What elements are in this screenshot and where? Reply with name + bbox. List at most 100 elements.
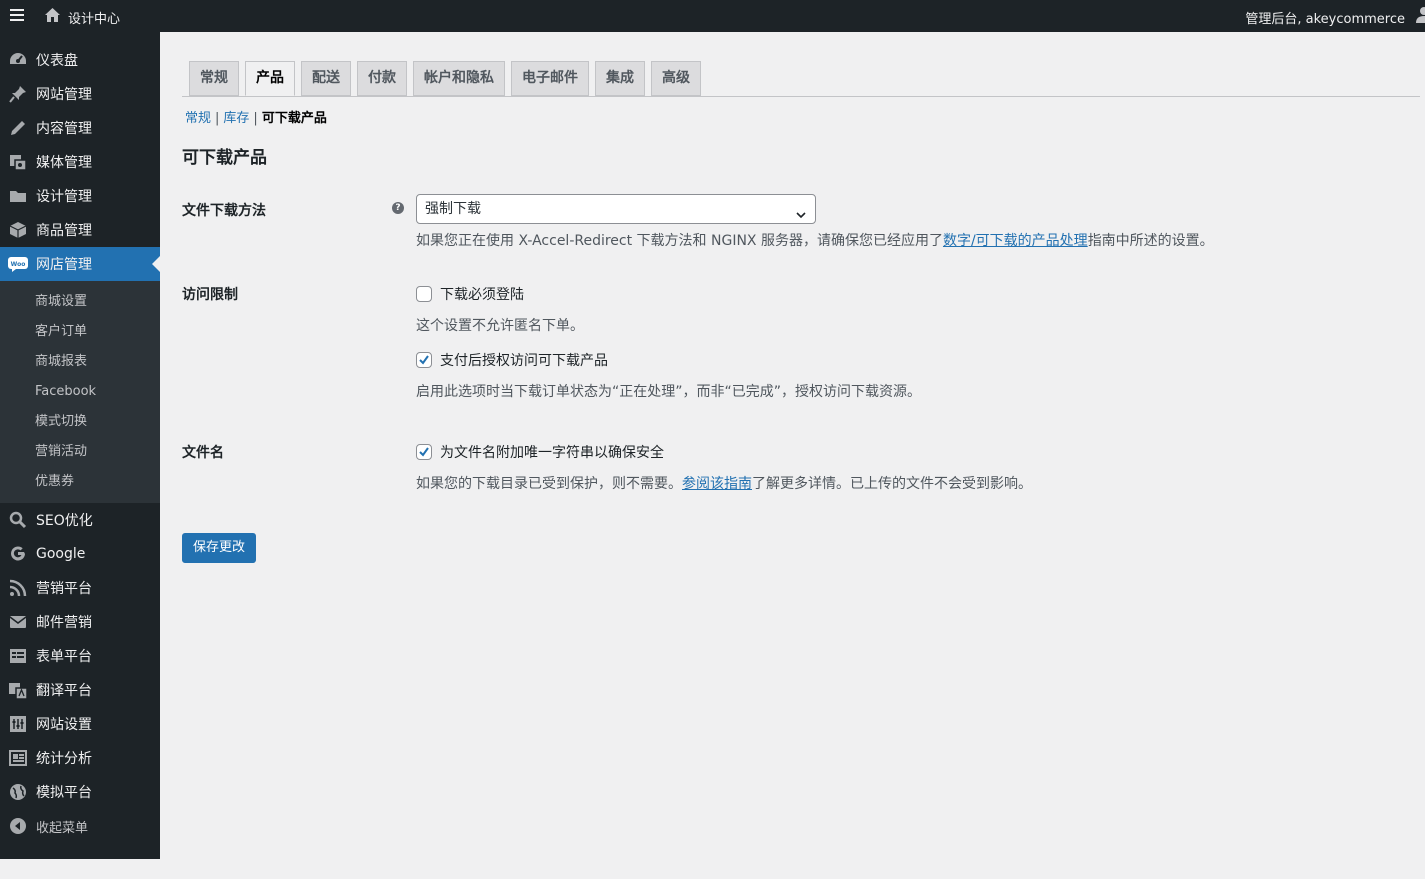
access-restriction-label: 访问限制	[182, 287, 238, 303]
sidebar-item-dashboard[interactable]: 仪表盘	[0, 43, 160, 77]
sidebar-item-media[interactable]: 媒体管理	[0, 145, 160, 179]
sidebar-item-label: 模拟平台	[36, 785, 92, 801]
tab-advanced[interactable]: 高级	[651, 61, 701, 96]
sidebar-item-google[interactable]: Google	[0, 537, 160, 571]
box-icon	[0, 220, 36, 240]
description-text: 如果您正在使用 X-Accel-Redirect 下载方法和 NGINX 服务器…	[416, 233, 943, 249]
description-text: 指南中所述的设置。	[1087, 233, 1214, 249]
form-icon	[0, 646, 36, 666]
collapse-menu-label: 收起菜单	[36, 820, 89, 836]
dashboard-icon	[0, 50, 36, 70]
description-text: 了解更多详情。已上传的文件不会受到影响。	[752, 476, 1032, 492]
grant-access-label[interactable]: 支付后授权访问可下载产品	[440, 350, 608, 370]
filename-description: 如果您的下载目录已受到保护，则不需要。参阅该指南了解更多详情。已上传的文件不会受…	[416, 473, 1032, 493]
checkmark-icon	[419, 447, 429, 457]
collapse-icon	[0, 816, 36, 836]
sidebar-item-seo[interactable]: SEO优化	[0, 503, 160, 537]
home-icon[interactable]	[44, 7, 61, 27]
breadcrumb-separator: |	[215, 111, 220, 126]
tab-accounts-privacy[interactable]: 帐户和隐私	[413, 61, 505, 96]
sidebar-item-email[interactable]: 邮件营销	[0, 605, 160, 639]
tab-shipping[interactable]: 配送	[301, 61, 351, 96]
sidebar-item-site[interactable]: 网站管理	[0, 77, 160, 111]
search-icon	[0, 510, 36, 530]
sidebar-item-label: SEO优化	[36, 513, 93, 529]
edit-icon	[0, 118, 36, 138]
submenu-item-mode[interactable]: 模式切换	[0, 407, 160, 437]
globe-icon	[0, 782, 36, 802]
require-login-option: 下载必须登陆	[416, 284, 524, 304]
sidebar-item-label: 设计管理	[36, 189, 92, 205]
tab-payments[interactable]: 付款	[357, 61, 407, 96]
sidebar-item-translate[interactable]: 翻译平台	[0, 673, 160, 707]
submenu-item-marketing[interactable]: 营销活动	[0, 437, 160, 467]
grant-access-checkbox[interactable]	[416, 352, 432, 368]
breadcrumb-separator: |	[253, 111, 258, 126]
settings-icon	[0, 714, 36, 734]
tab-integration[interactable]: 集成	[595, 61, 645, 96]
sidebar-item-label: 仪表盘	[36, 53, 78, 69]
menu-toggle-icon[interactable]	[10, 9, 24, 23]
submenu-item-reports[interactable]: 商城报表	[0, 347, 160, 377]
google-icon	[0, 544, 36, 564]
sidebar-item-analytics[interactable]: 统计分析	[0, 741, 160, 775]
tab-products[interactable]: 产品	[245, 61, 295, 96]
user-avatar-icon[interactable]	[1415, 6, 1425, 28]
account-link[interactable]: 管理后台, akeycommerce	[1245, 8, 1405, 27]
breadcrumb-inventory-link[interactable]: 库存	[223, 111, 249, 126]
settings-tabs: 常规 产品 配送 付款 帐户和隐私 电子邮件 集成 高级	[189, 61, 707, 96]
sidebar-item-products[interactable]: 商品管理	[0, 213, 160, 247]
download-method-selected: 强制下载	[425, 201, 481, 217]
sidebar-item-label: 统计分析	[36, 751, 92, 767]
sidebar-item-label: 表单平台	[36, 649, 92, 665]
tab-emails[interactable]: 电子邮件	[511, 61, 589, 96]
stats-icon	[0, 748, 36, 768]
sidebar-item-marketing[interactable]: 营销平台	[0, 571, 160, 605]
section-title: 可下载产品	[182, 148, 267, 168]
submenu-item-orders[interactable]: 客户订单	[0, 317, 160, 347]
help-icon[interactable]: ?	[392, 202, 404, 214]
submenu-item-store-settings[interactable]: 商城设置	[0, 287, 160, 317]
tab-general[interactable]: 常规	[189, 61, 239, 96]
sidebar-item-label: 网店管理	[36, 257, 92, 273]
media-icon	[0, 152, 36, 172]
sidebar-item-content[interactable]: 内容管理	[0, 111, 160, 145]
save-changes-button[interactable]: 保存更改	[182, 533, 257, 563]
sidebar-item-label: 媒体管理	[36, 155, 92, 171]
description-text: 如果您的下载目录已受到保护，则不需要。	[416, 476, 682, 492]
sidebar-item-site-settings[interactable]: 网站设置	[0, 707, 160, 741]
folder-icon	[0, 186, 36, 206]
download-method-select[interactable]: 强制下载	[416, 194, 816, 224]
download-method-label: 文件下载方法	[182, 203, 266, 219]
breadcrumb-general-link[interactable]: 常规	[185, 111, 211, 126]
rss-icon	[0, 578, 36, 598]
append-string-checkbox[interactable]	[416, 444, 432, 460]
grant-access-option: 支付后授权访问可下载产品	[416, 350, 608, 370]
sidebar-item-label: 网站管理	[36, 87, 92, 103]
guide-link[interactable]: 参阅该指南	[682, 476, 752, 492]
woo-icon: Woo	[0, 256, 36, 272]
admin-bar: 设计中心 管理后台, akeycommerce	[0, 0, 1425, 32]
grant-access-description: 启用此选项时当下载订单状态为“正在处理”，而非“已完成”，授权访问下载资源。	[416, 384, 922, 400]
sidebar-item-design[interactable]: 设计管理	[0, 179, 160, 213]
submenu-item-facebook[interactable]: Facebook	[0, 377, 160, 407]
site-name-link[interactable]: 设计中心	[68, 8, 120, 27]
chevron-down-icon	[795, 203, 807, 231]
woo-badge-text: Woo	[11, 261, 26, 268]
submenu-item-coupons[interactable]: 优惠券	[0, 467, 160, 497]
filename-label: 文件名	[182, 445, 224, 461]
sidebar-item-forms[interactable]: 表单平台	[0, 639, 160, 673]
email-icon	[0, 612, 36, 632]
require-login-description: 这个设置不允许匿名下单。	[416, 318, 584, 334]
require-login-checkbox[interactable]	[416, 286, 432, 302]
pin-icon	[0, 84, 36, 104]
store-submenu: 商城设置 客户订单 商城报表 Facebook 模式切换 营销活动 优惠券	[0, 281, 160, 503]
sidebar-item-label: 网站设置	[36, 717, 92, 733]
digital-products-guide-link[interactable]: 数字/可下载的产品处理	[943, 233, 1088, 249]
collapse-menu-button[interactable]: 收起菜单	[0, 809, 160, 843]
require-login-label[interactable]: 下载必须登陆	[440, 284, 524, 304]
append-string-label[interactable]: 为文件名附加唯一字符串以确保安全	[440, 442, 664, 462]
sidebar-item-store[interactable]: Woo 网店管理	[0, 247, 160, 281]
breadcrumb: 常规 | 库存 | 可下载产品	[185, 107, 327, 126]
sidebar-item-simulation[interactable]: 模拟平台	[0, 775, 160, 809]
